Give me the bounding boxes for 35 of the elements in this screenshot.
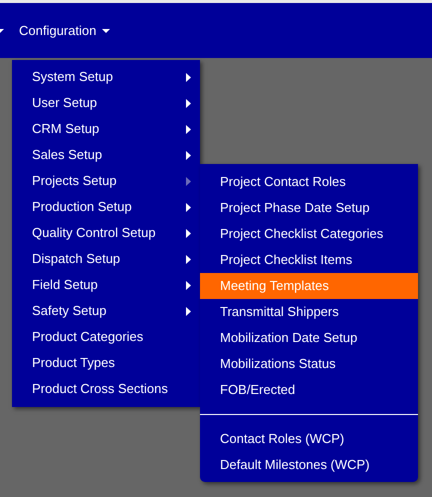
caret-icon (186, 202, 191, 212)
menu-item[interactable]: User Setup (12, 90, 200, 116)
caret-icon (186, 228, 191, 238)
caret-icon (0, 28, 4, 32)
submenu-item[interactable]: Project Contact Roles (200, 169, 418, 195)
submenu-item[interactable]: FOB/Erected (200, 377, 418, 403)
caret-icon (186, 280, 191, 290)
submenu-item[interactable]: Transmittal Shippers (200, 299, 418, 325)
menu-item[interactable]: Production Setup (12, 194, 200, 220)
menu-item[interactable]: Product Cross Sections (12, 376, 200, 402)
submenu-item[interactable]: Project Checklist Categories (200, 221, 418, 247)
caret-icon (186, 254, 191, 264)
caret-icon (186, 72, 191, 82)
caret-icon (186, 150, 191, 160)
caret-icon (186, 176, 191, 186)
menu-item[interactable]: Field Setup (12, 272, 200, 298)
menu-item[interactable]: Product Types (12, 350, 200, 376)
submenu-item[interactable]: Project Checklist Items (200, 247, 418, 273)
caret-icon (186, 124, 191, 134)
submenu-item[interactable]: Mobilizations Status (200, 351, 418, 377)
menu-item[interactable]: CRM Setup (12, 116, 200, 142)
menu-item[interactable]: Product Categories (12, 324, 200, 350)
caret-icon (186, 98, 191, 108)
menu-item[interactable]: System Setup (12, 64, 200, 90)
caret-icon (102, 28, 110, 32)
menu-item[interactable]: Safety Setup (12, 298, 200, 324)
submenu-item[interactable]: Default Milestones (WCP) (200, 452, 418, 478)
menu-item[interactable]: Sales Setup (12, 142, 200, 168)
menu-item[interactable]: Projects Setup (12, 168, 200, 194)
caret-icon (186, 306, 191, 316)
submenu-item[interactable]: Contact Roles (WCP) (200, 426, 418, 452)
submenu-item[interactable]: Mobilization Date Setup (200, 325, 418, 351)
menu-item[interactable]: Quality Control Setup (12, 220, 200, 246)
menu-item[interactable]: Dispatch Setup (12, 246, 200, 272)
submenu-item[interactable]: Project Phase Date Setup (200, 195, 418, 221)
